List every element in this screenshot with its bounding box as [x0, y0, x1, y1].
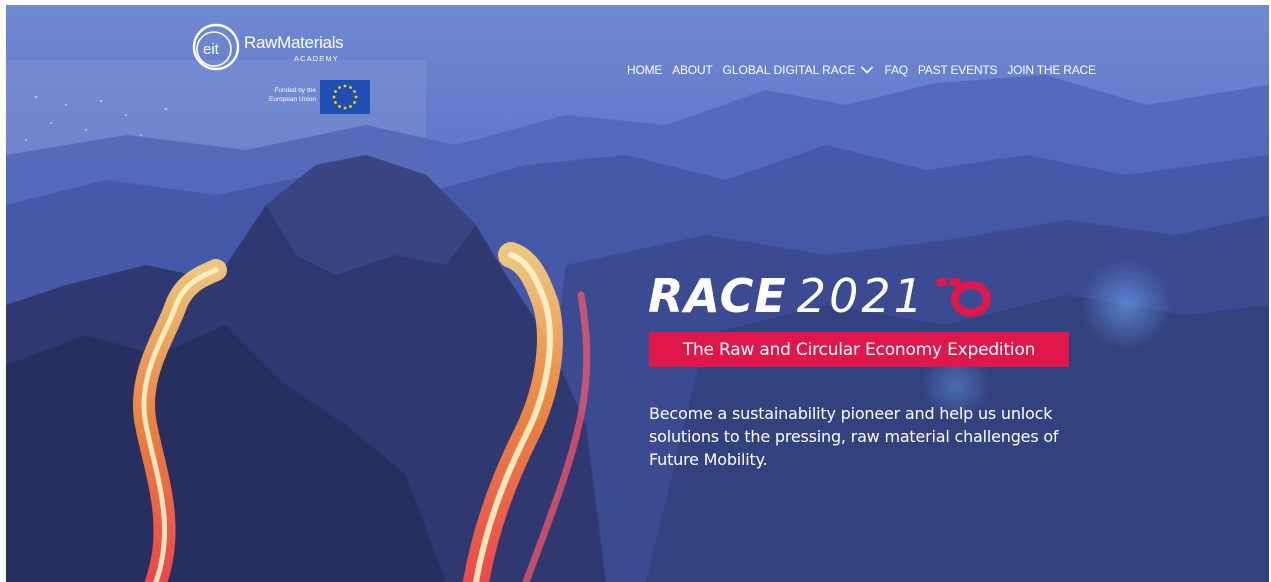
- nav-join-the-race[interactable]: JOIN THE RACE: [1007, 63, 1096, 77]
- brand-name: RawMaterials: [244, 33, 344, 52]
- funded-line-2: European Union: [269, 96, 316, 103]
- chevron-down-icon: [861, 66, 874, 74]
- hero-background-image: [6, 5, 1269, 582]
- eit-text: eit: [203, 41, 220, 58]
- subtitle-badge: The Raw and Circular Economy Expedition: [649, 332, 1069, 367]
- funded-by-eu-text: Funded by the European Union: [252, 86, 316, 104]
- main-navigation: HOME ABOUT GLOBAL DIGITAL RACE FAQ PAST …: [627, 60, 1096, 80]
- nav-past-events[interactable]: PAST EVENTS: [918, 63, 998, 77]
- nav-faq[interactable]: FAQ: [884, 63, 908, 77]
- race-2021-title: RACE 2021: [648, 263, 992, 323]
- funded-line-1: Funded by the: [274, 87, 316, 94]
- nav-about[interactable]: ABOUT: [672, 63, 713, 77]
- eu-flag-icon: [320, 80, 370, 114]
- eit-rawmaterials-logo[interactable]: eit RawMaterials ACADEMY: [190, 23, 380, 83]
- hero-banner: eit RawMaterials ACADEMY Funded by the E…: [6, 5, 1269, 582]
- brand-sub: ACADEMY: [294, 54, 339, 63]
- nav-global-digital-race-label: GLOBAL DIGITAL RACE: [722, 63, 856, 77]
- race-logo-mark-icon: [935, 278, 991, 317]
- nav-global-digital-race[interactable]: GLOBAL DIGITAL RACE: [723, 63, 875, 77]
- nav-home[interactable]: HOME: [627, 63, 662, 77]
- race-title-word: RACE: [648, 269, 787, 323]
- hero-description: Become a sustainability pioneer and help…: [649, 404, 1059, 469]
- eit-logo-icon: eit: [192, 23, 240, 71]
- race-title-year: 2021: [796, 269, 926, 323]
